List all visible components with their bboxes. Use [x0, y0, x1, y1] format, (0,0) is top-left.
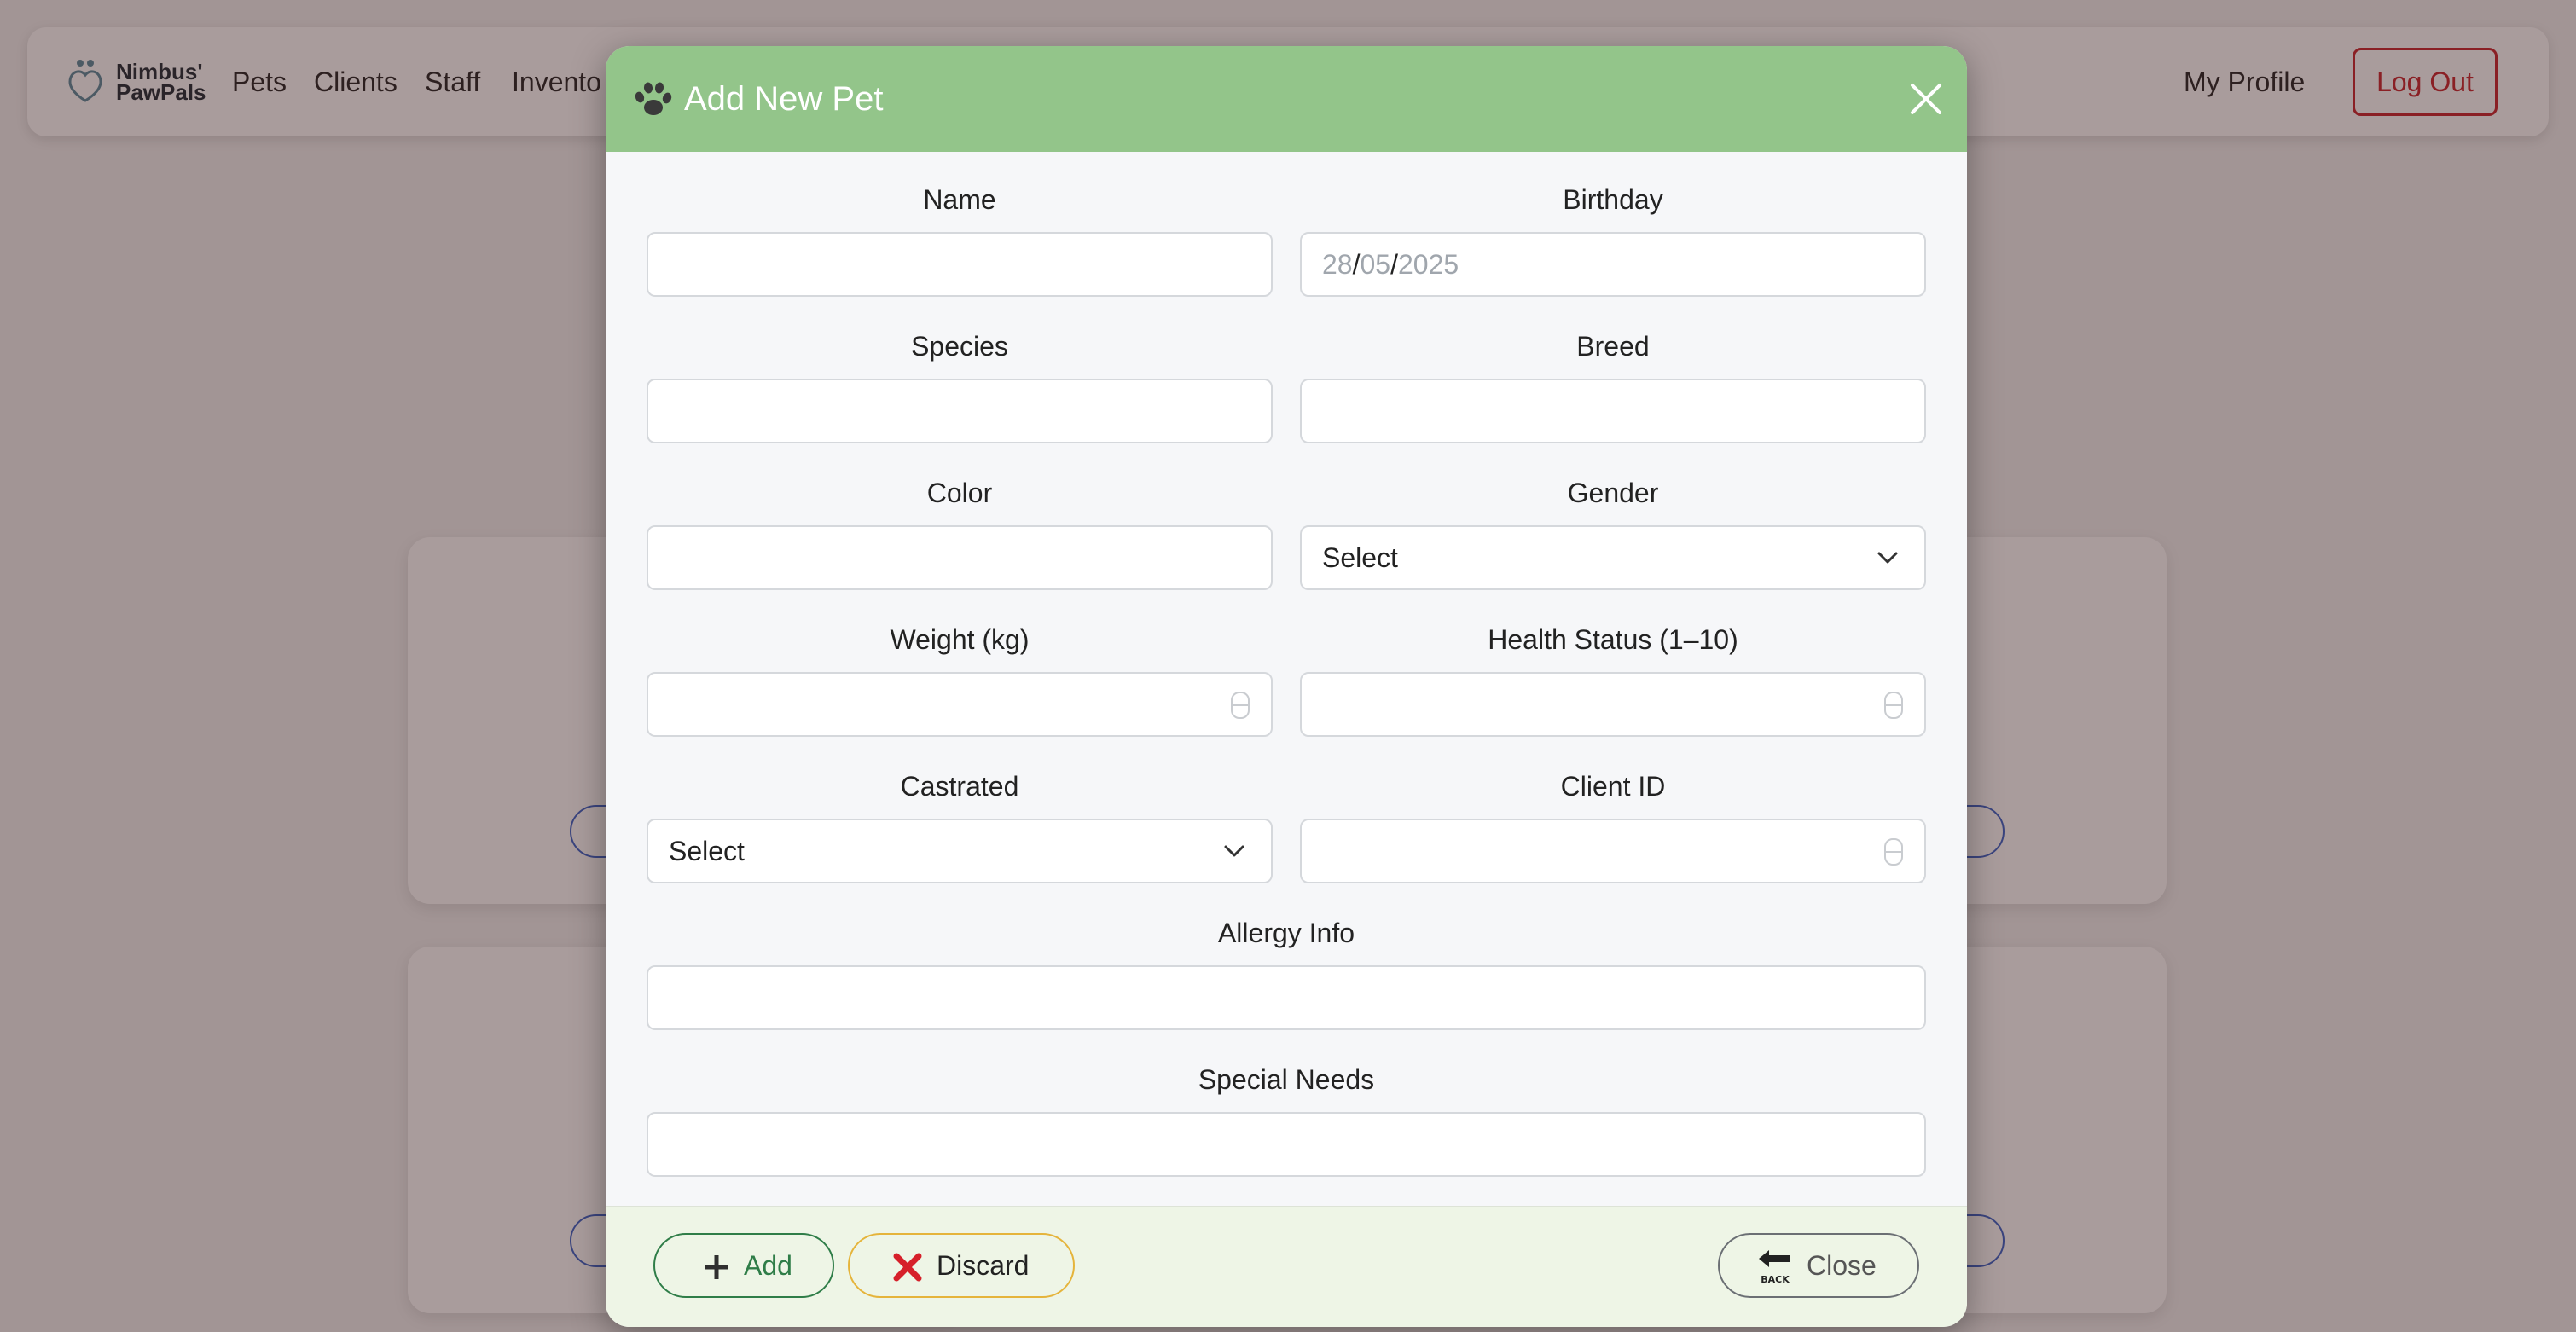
birthday-day[interactable]: 28 — [1322, 249, 1353, 280]
color-label: Color — [926, 478, 993, 508]
castrated-select[interactable]: Select — [647, 819, 1273, 883]
modal-header: Add New Pet — [606, 46, 1967, 152]
birthday-year[interactable]: 2025 — [1398, 249, 1459, 280]
species-label: Species — [911, 331, 1008, 362]
chevron-down-icon — [1877, 552, 1898, 564]
breed-input[interactable] — [1300, 379, 1926, 443]
chevron-down-icon — [1224, 845, 1244, 857]
gender-select-value: Select — [1322, 542, 1398, 573]
allergy-info-label: Allergy Info — [1217, 918, 1355, 948]
health-status-number-input[interactable] — [1300, 672, 1926, 737]
date-separator: / — [1390, 249, 1398, 280]
species-input[interactable] — [647, 379, 1273, 443]
discard-button-label: Discard — [937, 1250, 1030, 1281]
health-status-label: Health Status (1–10) — [1488, 624, 1738, 655]
allergy-info-input[interactable] — [647, 965, 1926, 1030]
breed-label: Breed — [1576, 331, 1650, 362]
red-x-icon — [893, 1253, 922, 1282]
gender-select[interactable]: Select — [1300, 525, 1926, 590]
add-button[interactable]: Add — [653, 1233, 834, 1298]
number-spinner-icon[interactable] — [1883, 837, 1904, 866]
back-badge-text: BACK — [1761, 1274, 1790, 1285]
add-pet-modal: Add New Pet Name Birthday 28/05/2025 Spe… — [606, 46, 1967, 1327]
name-label: Name — [923, 184, 996, 215]
castrated-label: Castrated — [900, 771, 1019, 802]
discard-button[interactable]: Discard — [848, 1233, 1075, 1298]
birthday-date-input[interactable]: 28/05/2025 — [1300, 232, 1926, 297]
add-button-label: Add — [744, 1250, 792, 1281]
modal-footer: Add Discard BACK Close — [606, 1206, 1967, 1327]
plus-icon — [705, 1255, 728, 1279]
close-icon[interactable] — [1907, 80, 1945, 118]
paw-icon — [635, 82, 672, 115]
birthday-label: Birthday — [1563, 184, 1663, 215]
modal-title: Add New Pet — [684, 80, 884, 118]
client-id-label: Client ID — [1560, 771, 1666, 802]
special-needs-input[interactable] — [647, 1112, 1926, 1177]
special-needs-label: Special Needs — [1198, 1064, 1375, 1095]
castrated-select-value: Select — [669, 836, 745, 866]
client-id-number-input[interactable] — [1300, 819, 1926, 883]
birthday-month[interactable]: 05 — [1360, 249, 1390, 280]
close-button[interactable]: BACK Close — [1718, 1233, 1919, 1298]
weight-number-input[interactable] — [647, 672, 1273, 737]
close-button-label: Close — [1807, 1250, 1877, 1281]
weight-label: Weight (kg) — [890, 624, 1030, 655]
name-input[interactable] — [647, 232, 1273, 297]
number-spinner-icon[interactable] — [1230, 691, 1250, 720]
gender-label: Gender — [1567, 478, 1659, 508]
number-spinner-icon[interactable] — [1883, 691, 1904, 720]
color-input[interactable] — [647, 525, 1273, 590]
back-arrow-icon: BACK — [1759, 1250, 1790, 1285]
